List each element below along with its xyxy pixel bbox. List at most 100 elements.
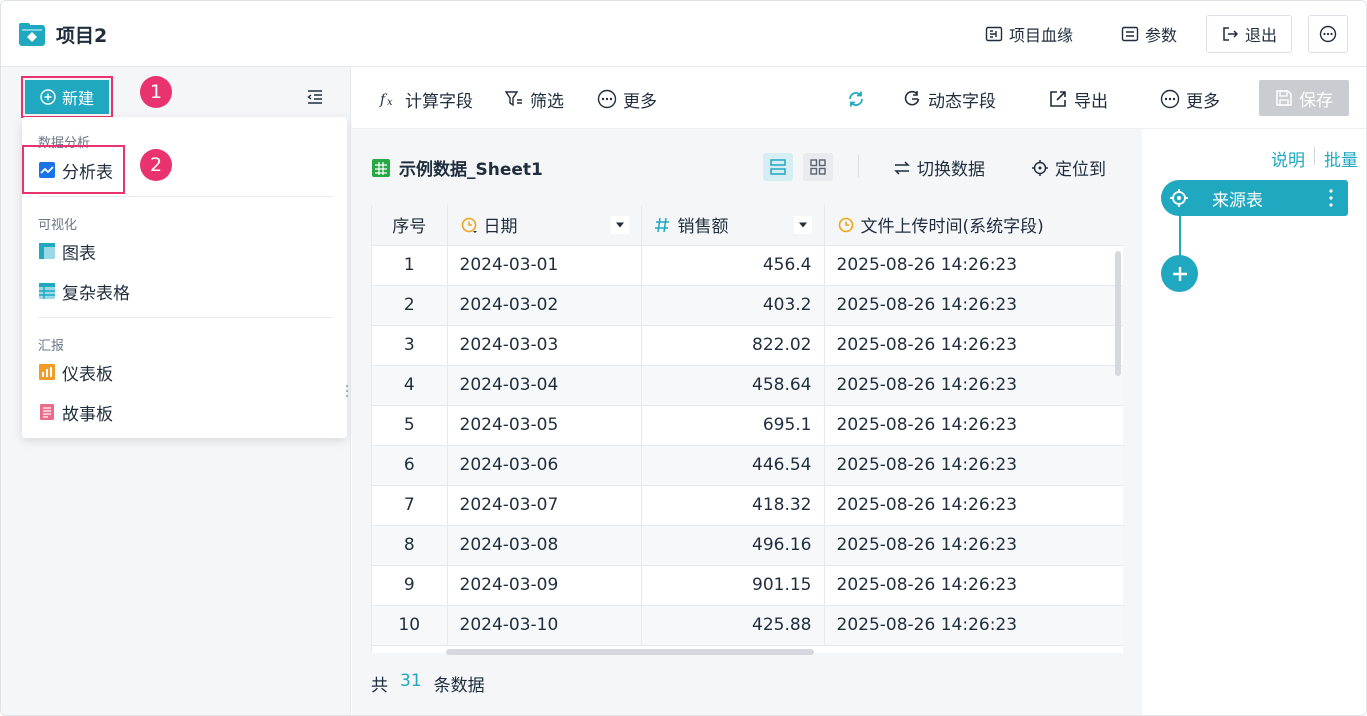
menu-item-label: 图表 [62,243,96,264]
column-label: 文件上传时间(系统字段) [860,217,1044,238]
menu-divider [38,196,332,197]
menu-item-label: 分析表 [62,162,113,183]
more-left-button[interactable]: 更多 [597,86,657,112]
resize-handle-icon[interactable] [345,383,349,399]
node-more-icon[interactable] [1328,188,1334,208]
explain-link[interactable]: 说明 [1271,146,1305,171]
refresh-button[interactable] [846,86,866,112]
cell-date: 2024-03-07 [447,485,642,526]
menu-item-label: 复杂表格 [62,283,130,304]
project-lineage-button[interactable]: 项目血缘 [985,15,1073,53]
toolbar-divider [858,155,859,177]
menu-item-storyboard[interactable]: 故事板 [38,397,113,427]
menu-item-analysis-table[interactable]: 分析表 [38,155,113,185]
cell-index: 10 [372,605,448,646]
menu-item-dashboard[interactable]: 仪表板 [38,357,113,387]
cell-upload-time: 2025-08-26 14:26:23 [824,525,1123,566]
horizontal-scrollbar[interactable] [446,649,814,655]
menu-item-complex-table[interactable]: 复杂表格 [38,276,130,306]
menu-divider [38,317,332,318]
column-header-sales[interactable]: 销售额 [641,205,825,246]
cell-upload-time: 2025-08-26 14:26:23 [824,445,1123,486]
export-label: 导出 [1074,91,1108,112]
save-button[interactable]: 保存 [1259,80,1349,116]
cell-index: 2 [372,285,448,326]
filter-icon [504,91,522,107]
table-row: 3 2024-03-03 822.02 2025-08-26 14:26:23 [372,325,1123,366]
add-step-button[interactable] [1161,255,1198,292]
new-dropdown-menu: 数据分析 分析表 可视化 图表 复杂表格 汇报 仪表板 故事板 [22,117,347,438]
cell-sales: 695.1 [641,405,825,446]
record-count: 共 31 条数据 [371,671,485,696]
header-more-button[interactable] [1308,15,1348,53]
exit-button[interactable]: 退出 [1206,15,1293,53]
count-suffix: 条数据 [433,676,485,696]
cell-sales: 456.4 [641,245,825,286]
refresh-icon [849,91,863,107]
export-button[interactable]: 导出 [1048,86,1108,112]
grid-layout-icon [810,159,826,175]
cell-date: 2024-03-05 [447,405,642,446]
calc-field-button[interactable]: fx 计算字段 [379,86,473,112]
column-dropdown[interactable] [793,215,812,234]
menu-item-chart[interactable]: 图表 [38,236,96,266]
more-horizontal-icon [1319,25,1337,43]
svg-text:x: x [387,97,393,108]
analysis-table-icon [39,162,55,178]
node-locate-icon [1161,180,1197,216]
more-circle-icon [597,89,617,109]
count-prefix: 共 [371,676,388,696]
params-button[interactable]: 参数 [1121,15,1177,53]
table-header-row: 序号 日期 销售额 文件上传时间(系统字段) [372,205,1123,246]
exit-label: 退出 [1245,26,1278,45]
project-title: 项目2 [56,25,108,47]
column-label: 销售额 [677,217,729,238]
more-right-label: 更多 [1186,91,1220,112]
grid-view-toggle[interactable] [803,153,833,181]
row-view-toggle[interactable] [763,153,793,181]
vertical-scrollbar[interactable] [1115,251,1121,376]
data-table: 序号 日期 销售额 文件上传时间(系统字段) 1 2024-03-01 456.… [371,205,1123,653]
add-circle-icon [40,89,56,105]
filter-button[interactable]: 筛选 [504,86,564,112]
cell-index: 8 [372,525,448,566]
menu-item-label: 仪表板 [62,364,113,385]
params-icon [1121,26,1139,42]
count-value: 31 [400,671,422,691]
switch-data-label: 切换数据 [917,160,985,180]
cell-index: 6 [372,445,448,486]
link-divider [1314,147,1315,165]
cell-sales: 822.02 [641,325,825,366]
column-label: 日期 [483,217,518,238]
collapse-sidebar-icon[interactable] [306,88,324,106]
storyboard-icon [40,404,54,420]
table-row: 10 2024-03-10 425.88 2025-08-26 14:26:23 [372,605,1123,646]
source-table-node[interactable]: 来源表 [1161,180,1348,216]
column-header-date[interactable]: 日期 [447,205,642,246]
new-button[interactable]: 新建 [25,80,109,114]
lineage-icon [985,26,1003,42]
table-name: 示例数据_Sheet1 [399,160,543,180]
source-node-label: 来源表 [1212,190,1263,211]
table-row: 4 2024-03-04 458.64 2025-08-26 14:26:23 [372,365,1123,406]
more-right-button[interactable]: 更多 [1160,86,1220,112]
cell-sales: 496.16 [641,525,825,566]
plus-icon [1172,266,1187,281]
save-icon [1276,90,1292,106]
switch-data-button[interactable]: 切换数据 [893,155,985,180]
column-header-upload-time[interactable]: 文件上传时间(系统字段) [824,205,1123,246]
column-dropdown[interactable] [610,215,629,234]
new-button-label: 新建 [61,89,94,108]
new-button-highlight: 新建 [21,76,113,118]
table-title: 示例数据_Sheet1 [371,155,543,180]
cell-sales: 458.64 [641,365,825,406]
cell-date: 2024-03-02 [447,285,642,326]
exit-icon [1223,27,1239,41]
cell-sales: 901.15 [641,565,825,606]
dynamic-field-button[interactable]: 动态字段 [902,86,996,112]
flow-connector [1179,216,1181,256]
cell-date: 2024-03-08 [447,525,642,566]
batch-link[interactable]: 批量 [1324,146,1358,171]
cell-date: 2024-03-04 [447,365,642,406]
locate-to-button[interactable]: 定位到 [1031,155,1106,180]
